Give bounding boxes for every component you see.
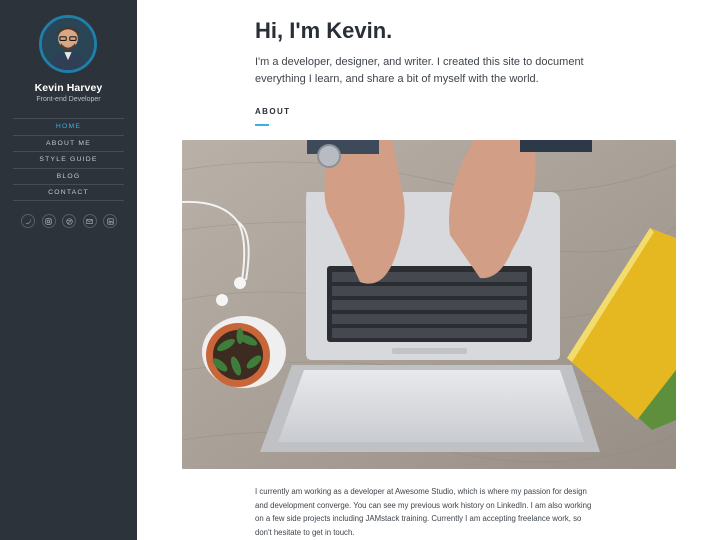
nav-item-about-me[interactable]: ABOUT ME [13,134,124,152]
linkedin-icon [106,217,114,225]
instagram-icon [45,217,52,225]
dribbble-link[interactable] [62,214,76,228]
dribbble-icon [65,217,73,225]
twitter-link[interactable] [21,214,35,228]
linkedin-link[interactable] [103,214,117,228]
profile-name: Kevin Harvey [34,82,103,94]
nav-item-style-guide[interactable]: STYLE GUIDE [13,151,124,168]
page-title: Hi, I'm Kevin. [255,18,393,43]
email-link[interactable] [82,214,97,228]
email-icon [86,218,93,224]
avatar[interactable] [39,15,97,73]
nav-item-contact[interactable]: CONTACT [13,184,124,201]
hero-image [182,140,676,469]
sidebar: Kevin Harvey Front-end Developer HOME AB… [0,0,137,540]
laptop-desk-photo [182,140,676,469]
avatar-image [42,18,94,70]
instagram-link[interactable] [41,214,56,228]
nav-item-blog[interactable]: BLOG [13,167,124,185]
profile-role: Front-end Developer [36,96,101,103]
about-body-text: I currently am working as a developer at… [255,487,592,537]
twitter-icon [25,218,31,224]
section-heading-about: ABOUT [255,107,291,116]
section-underline [255,124,269,126]
social-links [21,214,117,228]
main-nav: HOME ABOUT ME STYLE GUIDE BLOG CONTACT [13,118,124,201]
intro-text: I'm a developer, designer, and writer. I… [255,56,584,85]
nav-item-home[interactable]: HOME [13,118,124,135]
